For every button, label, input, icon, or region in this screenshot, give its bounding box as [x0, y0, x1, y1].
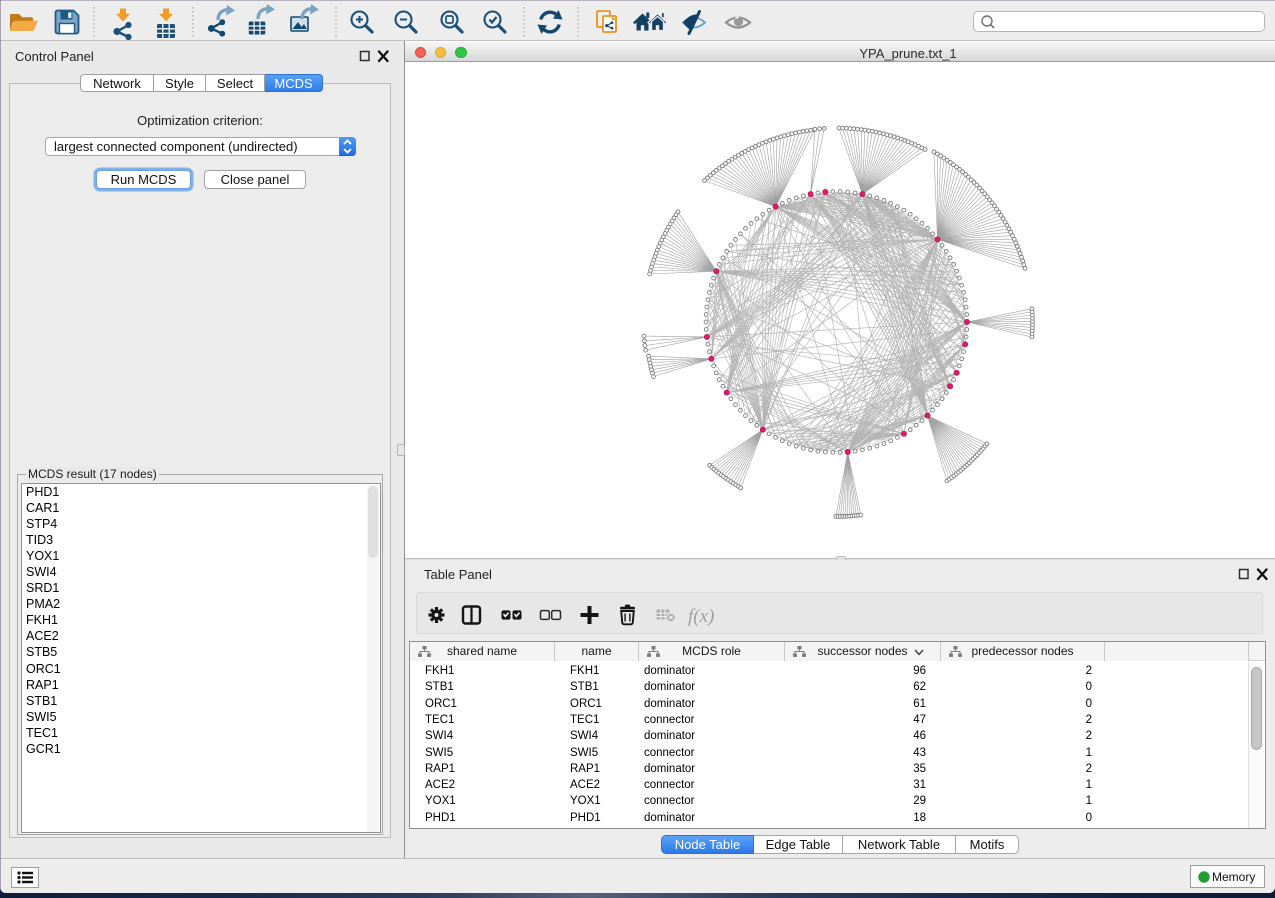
svg-text:f(x): f(x): [688, 606, 714, 627]
